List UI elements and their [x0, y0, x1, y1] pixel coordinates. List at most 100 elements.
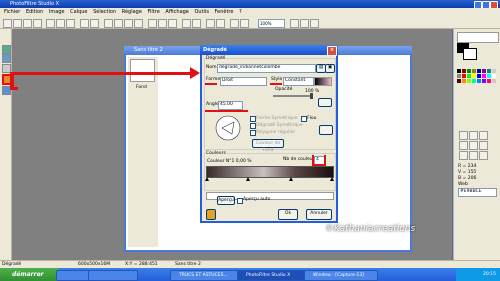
save-gradient-icon[interactable]: ▣: [325, 64, 335, 73]
smudge-icon[interactable]: [479, 151, 488, 160]
gradient-bar[interactable]: [206, 166, 334, 178]
task-trucs[interactable]: TRUCS ET ASTUCES...: [170, 270, 244, 281]
palette-swatch[interactable]: [462, 79, 466, 83]
save-icon[interactable]: [23, 19, 32, 28]
palette-swatch[interactable]: [467, 69, 471, 73]
contrast-icon[interactable]: [114, 19, 123, 28]
open-icon[interactable]: [13, 19, 22, 28]
palette-swatch[interactable]: [457, 74, 461, 78]
forme-select[interactable]: Droit: [220, 77, 267, 86]
zoom-in-icon[interactable]: [230, 19, 239, 28]
color-stop-4[interactable]: [330, 177, 334, 181]
fit-icon[interactable]: [290, 19, 299, 28]
selection-tool-icon[interactable]: [2, 45, 11, 54]
fill-icon[interactable]: [469, 141, 478, 150]
grayscale-icon[interactable]: [148, 19, 157, 28]
palette-swatch[interactable]: [492, 74, 496, 78]
picker-icon[interactable]: [469, 131, 478, 140]
color-stop-2[interactable]: [246, 177, 250, 181]
zoom-out-icon[interactable]: [240, 19, 249, 28]
style-select[interactable]: Constant: [283, 77, 314, 86]
palette-swatch[interactable]: [482, 79, 486, 83]
palette-swatch[interactable]: [467, 74, 471, 78]
spray-icon[interactable]: [479, 141, 488, 150]
palette-swatch[interactable]: [487, 79, 491, 83]
opacity-slider-track[interactable]: [273, 95, 313, 97]
fullscreen-icon[interactable]: [310, 19, 319, 28]
resize-icon[interactable]: [206, 19, 215, 28]
crop-icon[interactable]: [216, 19, 225, 28]
wand-icon[interactable]: [479, 131, 488, 140]
polygon-sides-button[interactable]: [319, 125, 333, 135]
menu-filtre[interactable]: Filtre: [148, 9, 160, 15]
palette-swatch[interactable]: [487, 74, 491, 78]
opacity-slider-thumb[interactable]: [310, 93, 313, 99]
angle-dial[interactable]: [214, 114, 242, 142]
brightness-icon[interactable]: [124, 19, 133, 28]
clone-icon[interactable]: [469, 151, 478, 160]
color-stop-1[interactable]: [205, 177, 209, 181]
grid-icon[interactable]: [300, 19, 309, 28]
start-button[interactable]: démarrer: [0, 268, 62, 281]
menu-outils[interactable]: Outils: [194, 9, 208, 15]
task-capture[interactable]: Window - [Capture-13]: [304, 270, 378, 281]
menu-edition[interactable]: Edition: [26, 9, 43, 15]
angle-input[interactable]: 45.00: [218, 101, 243, 110]
ok-button[interactable]: Ok: [278, 209, 298, 220]
couleur-fond-button[interactable]: Couleur de Fond: [252, 139, 284, 153]
palette-swatch[interactable]: [477, 79, 481, 83]
palette-swatch[interactable]: [457, 69, 461, 73]
rotate-icon[interactable]: [182, 19, 191, 28]
brush-icon[interactable]: [459, 141, 468, 150]
palette-swatch[interactable]: [472, 74, 476, 78]
layer-tool-icon[interactable]: [2, 54, 11, 63]
palette-swatch[interactable]: [477, 74, 481, 78]
palette-swatch[interactable]: [462, 74, 466, 78]
menu-help[interactable]: ?: [239, 9, 242, 15]
blur-icon[interactable]: [158, 19, 167, 28]
palette-swatch[interactable]: [472, 69, 476, 73]
palette-swatch[interactable]: [462, 69, 466, 73]
apercu-button[interactable]: Aperçu: [217, 196, 235, 205]
palette-swatch[interactable]: [482, 74, 486, 78]
color-palette[interactable]: [457, 69, 499, 99]
web-color-field[interactable]: #E9BBCE: [458, 188, 497, 197]
cut-icon[interactable]: [46, 19, 55, 28]
palette-swatch[interactable]: [457, 79, 461, 83]
palette-swatch[interactable]: [492, 69, 496, 73]
print-icon[interactable]: [33, 19, 42, 28]
menu-fenetre[interactable]: Fenêtre: [215, 9, 234, 15]
menu-selection[interactable]: Sélection: [93, 9, 116, 15]
menu-image[interactable]: Image: [49, 9, 65, 15]
color-stop-3[interactable]: [289, 177, 293, 181]
menu-fichier[interactable]: Fichier: [4, 9, 20, 15]
undo-icon[interactable]: [80, 19, 89, 28]
task-2[interactable]: [88, 270, 138, 281]
paste-icon[interactable]: [66, 19, 75, 28]
palette-swatch[interactable]: [477, 69, 481, 73]
gradient-name-input[interactable]: degrade_indiannetcolombe: [217, 64, 316, 73]
palette-swatch[interactable]: [492, 79, 496, 83]
palette-swatch[interactable]: [472, 79, 476, 83]
menu-affichage[interactable]: Affichage: [165, 9, 189, 15]
brush-icon-button[interactable]: [206, 209, 216, 220]
pointer-icon[interactable]: [459, 131, 468, 140]
flip-icon[interactable]: [192, 19, 201, 28]
saturation-icon[interactable]: [134, 19, 143, 28]
opacity-reset-button[interactable]: [318, 98, 332, 107]
redo-icon[interactable]: [90, 19, 99, 28]
palette-swatch[interactable]: [487, 69, 491, 73]
sharpen-icon[interactable]: [168, 19, 177, 28]
eraser-icon[interactable]: [459, 151, 468, 160]
filter-icon[interactable]: [104, 19, 113, 28]
cancel-button[interactable]: Annuler: [306, 209, 332, 220]
palette-swatch[interactable]: [467, 79, 471, 83]
background-color[interactable]: [463, 48, 477, 60]
dialog-close-button[interactable]: ×: [327, 46, 337, 56]
copy-icon[interactable]: [56, 19, 65, 28]
zoom-select[interactable]: 100%: [258, 19, 285, 28]
palette-swatch[interactable]: [482, 69, 486, 73]
layer-thumbnail[interactable]: [130, 59, 155, 82]
menu-calque[interactable]: Calque: [70, 9, 87, 15]
task-photofiltre[interactable]: PhotoFiltre Studio X: [237, 270, 311, 281]
